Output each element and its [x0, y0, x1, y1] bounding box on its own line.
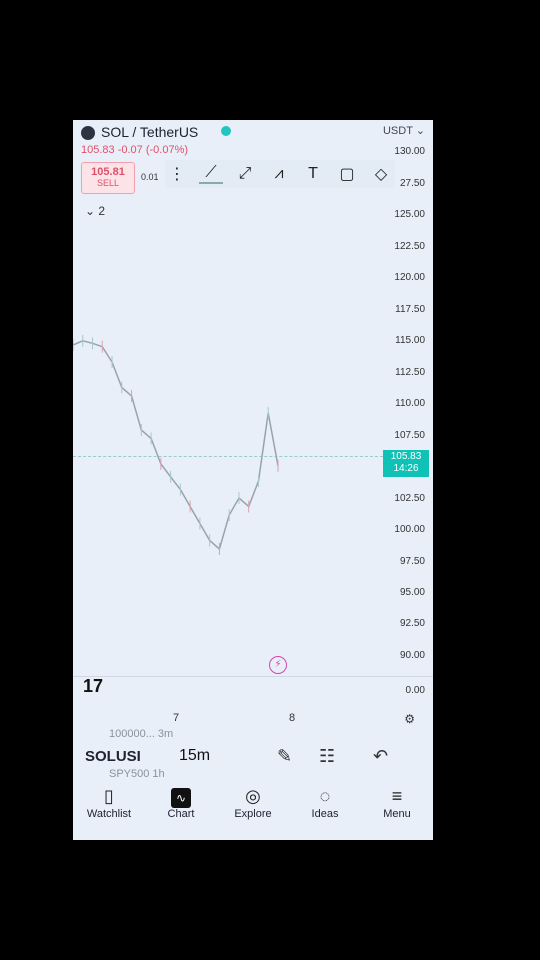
path-icon[interactable]: ⩘	[267, 165, 291, 183]
x-label: 7	[173, 712, 180, 724]
y-axis-label: 90.00	[399, 650, 425, 661]
y-axis-label: 92.50	[399, 618, 425, 629]
sell-button[interactable]: 105.81 SELL	[81, 162, 135, 194]
x-label: 8	[289, 712, 296, 724]
gear-icon[interactable]: ⚙	[404, 712, 415, 726]
nav-explore[interactable]: ◎ Explore	[217, 778, 289, 840]
symbol-title[interactable]: SOL / TetherUS	[101, 124, 198, 140]
y-axis-label: 115.00	[395, 335, 425, 346]
pencil-icon[interactable]: ✎	[277, 746, 292, 767]
bolt-icon[interactable]: ⚡	[269, 656, 287, 674]
undo-icon[interactable]: ↶	[373, 746, 388, 767]
y-axis-label: 97.50	[399, 556, 425, 567]
y-axis-label: 107.50	[394, 430, 425, 441]
ghost-row: 100000... 3m	[109, 728, 174, 740]
pane-divider	[73, 676, 433, 677]
last-price-tag: 105.83 14:26	[383, 450, 429, 477]
price-step: 0.01	[141, 172, 159, 182]
timeframe-button[interactable]: 15m	[179, 747, 210, 765]
y-axis-label: 122.50	[394, 241, 425, 252]
drawing-toolbar: ⋮ ⟋ ⤢ ⩘ T ▢ ◇	[165, 160, 395, 188]
nav-ideas[interactable]: ◌ Ideas	[289, 778, 361, 840]
y-axis-label: 125.00	[394, 209, 425, 220]
compass-icon: ◎	[245, 786, 261, 806]
bar-timer: 14:26	[393, 463, 419, 474]
y-axis-label: 112.50	[395, 367, 425, 378]
bottom-nav: ▯ Watchlist ∿ Chart ◎ Explore ◌ Ideas ≡ …	[73, 778, 433, 840]
y-axis-label: 95.00	[399, 587, 425, 598]
y-axis-label: 120.00	[394, 272, 425, 283]
sliders-icon[interactable]: ☷	[319, 746, 335, 767]
trend-line-icon[interactable]: ⟋	[199, 164, 223, 184]
nav-menu[interactable]: ≡ Menu	[361, 778, 433, 840]
hamburger-icon: ≡	[391, 786, 403, 806]
chart-bottom-bar: SOLUSI 15m ✎ ☷ ↶	[73, 740, 433, 778]
market-status-dot	[221, 126, 231, 136]
book-icon: ▯	[104, 786, 114, 806]
lightbulb-icon: ◌	[319, 786, 331, 806]
layers-toggle[interactable]: ⌄ 2	[85, 204, 105, 218]
y-axis-label: 130.00	[394, 146, 425, 157]
ray-tool-icon[interactable]: ⤢	[233, 165, 257, 183]
price-series-line	[73, 340, 279, 551]
y-axis-label: 27.50	[399, 178, 425, 189]
sell-label: SELL	[96, 178, 120, 188]
y-axis-label: 0.00	[405, 685, 425, 696]
nav-chart[interactable]: ∿ Chart	[145, 778, 217, 840]
price-chart[interactable]	[73, 260, 383, 600]
rectangle-icon[interactable]: ▢	[335, 164, 359, 184]
symbol-button[interactable]: SOLUSI	[85, 748, 141, 765]
text-icon[interactable]: T	[301, 165, 325, 183]
price-change: 105.83 -0.07 (-0.07%)	[81, 144, 189, 156]
symbol-logo-icon	[81, 126, 95, 140]
currency-select[interactable]: USDT ⌄	[383, 124, 425, 137]
cursor-dots-icon[interactable]: ⋮	[165, 164, 189, 184]
last-price: 105.83	[390, 451, 422, 462]
y-axis-label: 100.00	[394, 524, 425, 535]
chart-icon: ∿	[171, 788, 191, 808]
tradingview-logo: 17	[83, 676, 104, 696]
polygon-icon[interactable]: ◇	[369, 164, 393, 184]
app-screen: SOL / TetherUS USDT ⌄ 105.83 -0.07 (-0.0…	[73, 120, 433, 840]
nav-watchlist[interactable]: ▯ Watchlist	[73, 778, 145, 840]
y-axis-label: 117.50	[395, 304, 425, 315]
sell-price: 105.81	[91, 166, 125, 178]
y-axis-label: 102.50	[394, 493, 425, 504]
y-axis-label: 110.00	[395, 398, 425, 409]
